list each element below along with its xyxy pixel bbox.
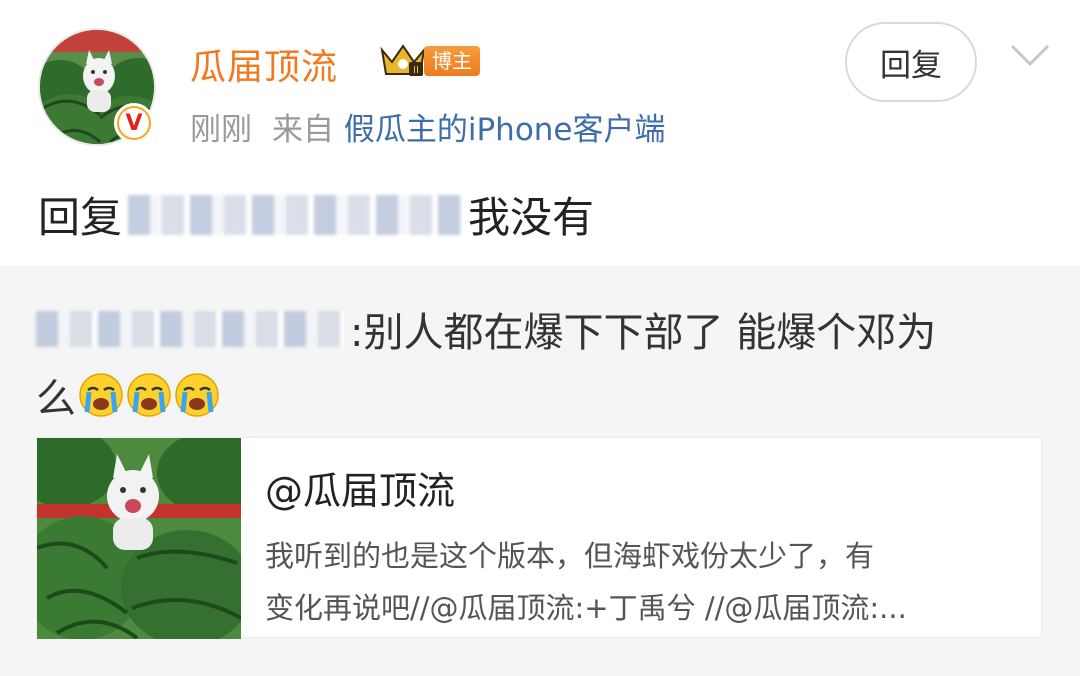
post-meta: 刚刚 来自 假瓜主的iPhone客户端: [190, 104, 666, 149]
card-excerpt-line2: 变化再说吧//@瓜届顶流:+丁禹兮 //@瓜届顶流:...: [265, 591, 907, 625]
verified-badge-icon: V: [114, 103, 154, 143]
card-title: @瓜届顶流: [265, 469, 456, 513]
card-thumbnail: [37, 438, 241, 639]
redacted-username: [128, 194, 463, 235]
crying-emoji-icon: [126, 372, 172, 418]
chevron-down-icon[interactable]: [1008, 40, 1052, 70]
original-post-card[interactable]: @瓜届顶流 我听到的也是这个版本，但海虾戏份太少了，有 变化再说吧//@瓜届顶流…: [36, 437, 1042, 639]
svg-text:II: II: [413, 65, 419, 76]
crown-icon: II: [380, 44, 426, 76]
card-excerpt: 我听到的也是这个版本，但海虾戏份太少了，有 变化再说吧//@瓜届顶流:+丁禹兮 …: [265, 530, 1025, 634]
redacted-mention: [36, 311, 344, 347]
from-label: 来自: [272, 112, 334, 148]
username[interactable]: 瓜届顶流: [190, 38, 338, 90]
quoted-text-line2: 么: [36, 376, 76, 422]
quoted-text: :别人都在爆下下部了 能爆个邓为: [36, 300, 936, 358]
client-source-link[interactable]: 假瓜主的iPhone客户端: [344, 112, 666, 148]
post-time: 刚刚: [190, 112, 252, 148]
quoted-text-cont: 么: [36, 366, 220, 424]
crying-emoji-icon: [174, 372, 220, 418]
card-excerpt-line1: 我听到的也是这个版本，但海虾戏份太少了，有: [265, 539, 875, 573]
reply-content: 我没有: [468, 193, 595, 242]
blogger-badge: 博主: [424, 46, 480, 76]
reply-prefix: 回复: [38, 193, 123, 242]
crying-emoji-icon: [78, 372, 124, 418]
weibo-comment: V 瓜届顶流 II 博主 刚刚 来自 假瓜主的iPhone客户端 回复 回复 我没…: [0, 0, 1080, 676]
reply-button[interactable]: 回复: [845, 22, 977, 102]
reply-text: 回复 我没有: [38, 184, 594, 245]
quoted-text-line1: :别人都在爆下下部了 能爆个邓为: [350, 310, 937, 356]
